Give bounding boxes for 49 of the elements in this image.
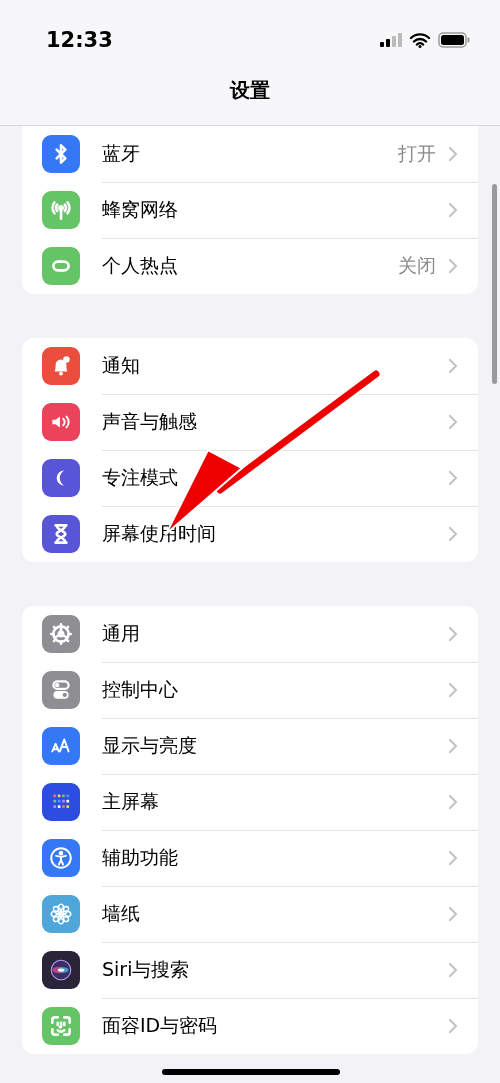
row-label: 个人热点 [102, 253, 179, 278]
settings-row[interactable]: 墙纸 [22, 886, 478, 942]
settings-row[interactable]: 通用 [22, 606, 478, 662]
row-value: 打开 [398, 140, 436, 166]
settings-row[interactable]: 主屏幕 [22, 774, 478, 830]
row-label: 面容ID与密码 [102, 1013, 219, 1038]
chevron-icon [448, 526, 458, 542]
row-label: 辅助功能 [102, 844, 179, 870]
chevron-icon [448, 737, 458, 754]
chevron-icon [448, 793, 458, 810]
chevron-icon [448, 413, 458, 430]
battery-icon [438, 32, 470, 48]
clock-time: 12:33 [46, 28, 113, 52]
chevron-icon [448, 258, 458, 274]
settings-row[interactable]: 辅助功能 [22, 830, 478, 886]
row-label: Siri与搜索 [102, 956, 191, 982]
row-label: 蜂窝网络 [102, 196, 179, 222]
row-label: 通用 [102, 620, 141, 646]
settings-row[interactable]: 声音与触感 [22, 394, 478, 450]
settings-row[interactable]: 显示与亮度 [22, 718, 478, 774]
signal-icon [380, 33, 402, 47]
row-label: 墙纸 [102, 900, 141, 926]
chevron-icon [448, 145, 458, 162]
chevron-icon [448, 625, 458, 642]
chevron-icon [448, 1018, 458, 1034]
chevron-icon [448, 905, 458, 922]
settings-row[interactable]: 面容ID与密码 [22, 998, 478, 1054]
settings-row[interactable]: 蓝牙 打开 [22, 126, 478, 182]
row-label: 通知 [102, 352, 141, 378]
chevron-icon [448, 961, 458, 978]
settings-row[interactable]: 蜂窝网络 [22, 182, 478, 238]
wifi-icon [410, 32, 430, 48]
chevron-icon [448, 469, 458, 486]
row-label: 控制中心 [102, 676, 179, 702]
settings-row[interactable]: 控制中心 [22, 662, 478, 718]
chevron-icon [448, 849, 458, 866]
page-title: 设置 [230, 77, 270, 104]
row-label: 专注模式 [102, 464, 179, 490]
settings-row[interactable]: 个人热点 关闭 [22, 238, 478, 294]
chevron-icon [448, 681, 458, 698]
row-label: 主屏幕 [102, 788, 160, 814]
chevron-icon [448, 201, 458, 218]
settings-row[interactable]: 通知 [22, 338, 478, 394]
row-label: 蓝牙 [102, 140, 141, 166]
row-label: 声音与触感 [102, 408, 198, 434]
row-value: 关闭 [398, 253, 436, 278]
settings-row[interactable]: Siri与搜索 [22, 942, 478, 998]
chevron-icon [448, 357, 458, 374]
row-label: 显示与亮度 [102, 732, 198, 758]
